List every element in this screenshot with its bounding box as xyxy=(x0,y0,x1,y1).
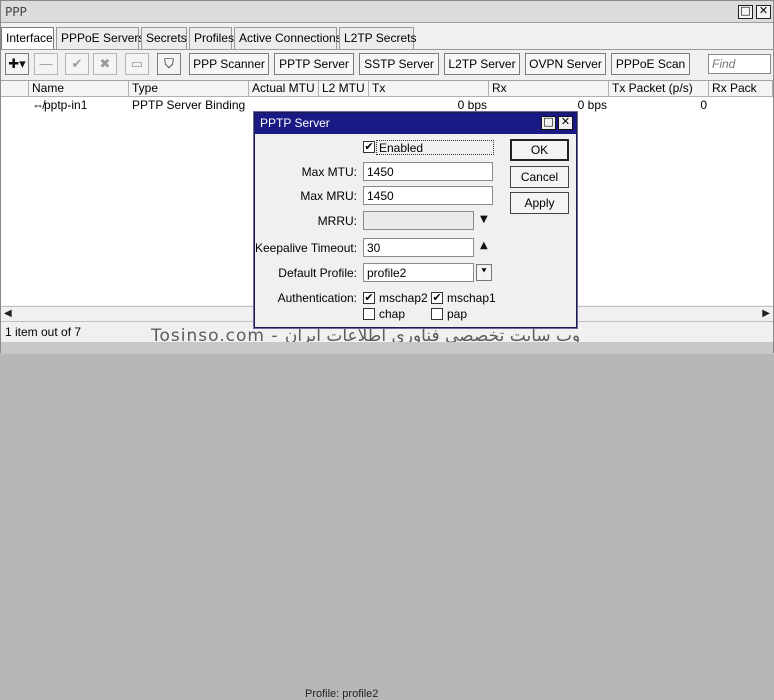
column-header-rx-packet[interactable]: Rx Pack xyxy=(709,81,773,97)
row-rx-packet xyxy=(711,98,771,113)
tab-secrets[interactable]: Secrets xyxy=(141,27,187,49)
column-header-tx-packet[interactable]: Tx Packet (p/s) xyxy=(609,81,709,97)
chap-label: chap xyxy=(379,307,406,321)
tab-pppoe-servers[interactable]: PPPoE Servers xyxy=(56,27,144,49)
add-icon[interactable]: ✚▾ xyxy=(5,53,29,75)
column-header-name[interactable]: Name xyxy=(29,81,129,97)
remove-icon[interactable]: — xyxy=(34,53,58,75)
tab-bar: Interface PPPoE Servers Secrets Profiles… xyxy=(1,27,773,50)
dialog-restore-button[interactable]: □ xyxy=(541,115,556,130)
keepalive-label: Keepalive Timeout: xyxy=(255,241,358,255)
filter-icon[interactable]: ⛉ xyxy=(157,53,181,75)
toolbar: ✚▾ — ✔ ✖ ▭ ⛉ PPP Scanner PPTP Server SST… xyxy=(1,51,773,78)
l2tp-server-button[interactable]: L2TP Server xyxy=(444,53,520,75)
item-count: 1 item out of 7 xyxy=(5,325,82,339)
row-type: PPTP Server Binding xyxy=(132,98,246,112)
tab-active-connections[interactable]: Active Connections xyxy=(234,27,342,49)
ok-button[interactable]: OK xyxy=(510,139,569,161)
ppp-scanner-button[interactable]: PPP Scanner xyxy=(189,53,269,75)
scroll-right-icon[interactable]: ▶ xyxy=(762,308,770,319)
mschap1-label: mschap1 xyxy=(447,291,496,305)
row-actual-mtu xyxy=(249,98,319,113)
find-input[interactable] xyxy=(708,54,771,74)
default-profile-select[interactable] xyxy=(363,263,474,282)
mrru-field[interactable] xyxy=(363,211,474,230)
enabled-label: Enabled xyxy=(379,141,424,155)
column-header-type[interactable]: Type xyxy=(129,81,249,97)
dropdown-icon[interactable]: ⯆ xyxy=(476,264,492,281)
row-l2-mtu xyxy=(319,98,369,113)
close-icon: ✕ xyxy=(560,115,571,128)
max-mtu-field[interactable] xyxy=(363,162,493,181)
mschap2-label: mschap2 xyxy=(379,291,428,305)
tab-interface[interactable]: Interface xyxy=(1,27,54,50)
restore-button[interactable]: □ xyxy=(738,4,753,19)
dialog-titlebar: PPTP Server □ ✕ xyxy=(255,113,576,134)
mrru-label: MRRU: xyxy=(317,214,357,228)
dialog-title: PPTP Server xyxy=(260,116,330,130)
enabled-checkbox[interactable]: ✔ xyxy=(363,141,375,153)
cancel-button[interactable]: Cancel xyxy=(510,166,569,188)
row-tx-packet: 0 xyxy=(700,98,707,112)
sstp-server-button[interactable]: SSTP Server xyxy=(359,53,439,75)
column-header-actual-mtu[interactable]: Actual MTU xyxy=(249,81,319,97)
mschap1-checkbox[interactable]: ✔ xyxy=(431,292,443,304)
pap-label: pap xyxy=(447,307,468,321)
tab-divider xyxy=(1,49,773,50)
pppoe-scan-button[interactable]: PPPoE Scan xyxy=(611,53,690,75)
max-mru-label: Max MRU: xyxy=(300,189,357,203)
pptp-server-dialog: PPTP Server □ ✕ ✔ Enabled Max MTU: Max M… xyxy=(254,112,577,328)
ppp-titlebar: PPP □ ✕ xyxy=(1,1,773,23)
chap-checkbox[interactable] xyxy=(363,308,375,320)
disable-icon[interactable]: ✖ xyxy=(93,53,117,75)
background-window-strip: Profile: profile2 xyxy=(1,342,773,700)
check-icon: ✔ xyxy=(364,140,374,153)
enable-icon[interactable]: ✔ xyxy=(65,53,89,75)
column-header-l2-mtu[interactable]: L2 MTU xyxy=(319,81,369,97)
max-mtu-label: Max MTU: xyxy=(301,165,357,179)
scroll-left-icon[interactable]: ◀ xyxy=(4,308,12,319)
column-header-select[interactable] xyxy=(1,81,29,97)
pptp-server-button[interactable]: PPTP Server xyxy=(274,53,354,75)
default-profile-label: Default Profile: xyxy=(278,266,357,280)
row-tx: 0 bps xyxy=(457,98,487,112)
keepalive-field[interactable] xyxy=(363,238,474,257)
window-title: PPP xyxy=(5,5,27,19)
comment-icon[interactable]: ▭ xyxy=(125,53,149,75)
close-icon: ✕ xyxy=(758,4,769,17)
background-profile-text: Profile: profile2 xyxy=(305,688,379,700)
apply-button[interactable]: Apply xyxy=(510,192,569,214)
close-button[interactable]: ✕ xyxy=(756,4,771,19)
row-name: ⇎pptp-in1 xyxy=(32,98,88,112)
mrru-expand-icon[interactable]: ▼ xyxy=(480,214,488,225)
row-rx: 0 bps xyxy=(577,98,607,112)
mschap2-checkbox[interactable]: ✔ xyxy=(363,292,375,304)
ovpn-server-button[interactable]: OVPN Server xyxy=(525,53,606,75)
tab-profiles[interactable]: Profiles xyxy=(189,27,234,49)
column-header-tx[interactable]: Tx xyxy=(369,81,489,97)
restore-icon: □ xyxy=(740,4,751,17)
check-icon: ✔ xyxy=(364,291,374,304)
tab-l2tp-secrets[interactable]: L2TP Secrets xyxy=(339,27,416,49)
pap-checkbox[interactable] xyxy=(431,308,443,320)
check-icon: ✔ xyxy=(432,291,442,304)
dialog-close-button[interactable]: ✕ xyxy=(558,115,573,130)
keepalive-collapse-icon[interactable]: ▲ xyxy=(480,240,488,251)
restore-icon: □ xyxy=(543,115,554,128)
max-mru-field[interactable] xyxy=(363,186,493,205)
authentication-label: Authentication: xyxy=(277,291,357,305)
column-header-rx[interactable]: Rx xyxy=(489,81,609,97)
